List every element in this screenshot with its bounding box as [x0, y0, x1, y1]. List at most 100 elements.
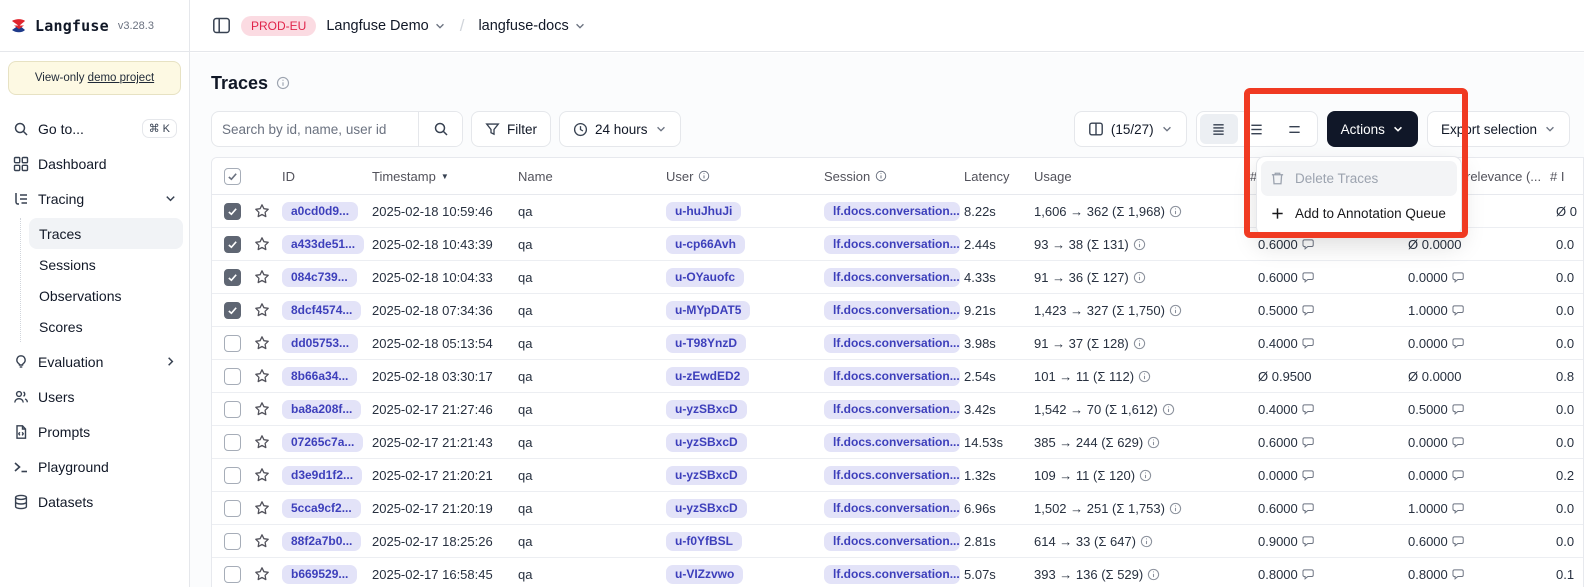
session-badge[interactable]: lf.docs.conversation...: [824, 235, 960, 254]
trace-id-badge[interactable]: 8dcf4574...: [282, 301, 361, 320]
table-row[interactable]: 8b66a34...2025-02-18 03:30:17qau-zEwdED2…: [212, 360, 1583, 393]
user-badge[interactable]: u-cp66Avh: [666, 235, 745, 254]
bookmark-star-icon[interactable]: [254, 368, 270, 384]
session-badge[interactable]: lf.docs.conversation...: [824, 565, 960, 584]
search-input[interactable]: [212, 112, 418, 146]
select-all-checkbox[interactable]: [224, 168, 241, 185]
user-badge[interactable]: u-yzSBxcD: [666, 400, 747, 419]
user-badge[interactable]: u-huJhuJi: [666, 202, 741, 221]
bookmark-star-icon[interactable]: [254, 236, 270, 252]
row-height-compact-icon[interactable]: [1200, 114, 1238, 144]
table-row[interactable]: 88f2a7b0...2025-02-17 18:25:26qau-f0YfBS…: [212, 525, 1583, 558]
sidebar-item-tracing[interactable]: Tracing: [6, 181, 183, 216]
sidebar-item-traces[interactable]: Traces: [29, 218, 183, 249]
user-badge[interactable]: u-yzSBxcD: [666, 499, 747, 518]
table-row[interactable]: 8dcf4574...2025-02-18 07:34:36qau-MYpDAT…: [212, 294, 1583, 327]
column-visibility-button[interactable]: (15/27): [1074, 111, 1187, 147]
row-checkbox[interactable]: [224, 500, 241, 517]
export-selection-button[interactable]: Export selection: [1427, 111, 1570, 147]
trace-id-badge[interactable]: 88f2a7b0...: [282, 532, 361, 551]
trace-id-badge[interactable]: 07265c7a...: [282, 433, 363, 452]
column-header-user[interactable]: User: [662, 169, 820, 184]
table-row[interactable]: 084c739...2025-02-18 10:04:33qau-OYauofc…: [212, 261, 1583, 294]
trace-id-badge[interactable]: 084c739...: [282, 268, 357, 287]
session-badge[interactable]: lf.docs.conversation...: [824, 334, 960, 353]
trace-id-badge[interactable]: d3e9d1f2...: [282, 466, 362, 485]
user-badge[interactable]: u-f0YfBSL: [666, 532, 742, 551]
row-checkbox[interactable]: [224, 434, 241, 451]
column-header-score3[interactable]: # I: [1546, 169, 1583, 184]
goto-search[interactable]: Go to... ⌘ K: [6, 111, 183, 146]
filter-button[interactable]: Filter: [471, 111, 551, 147]
trace-id-badge[interactable]: 8b66a34...: [282, 367, 357, 386]
trace-id-badge[interactable]: a0cd0d9...: [282, 202, 358, 221]
row-checkbox[interactable]: [224, 467, 241, 484]
trace-id-badge[interactable]: b669529...: [282, 565, 357, 584]
session-badge[interactable]: lf.docs.conversation...: [824, 433, 960, 452]
session-badge[interactable]: lf.docs.conversation...: [824, 466, 960, 485]
column-header-session[interactable]: Session: [820, 169, 960, 184]
sidebar-item-evaluation[interactable]: Evaluation: [6, 344, 183, 379]
trace-id-badge[interactable]: dd05753...: [282, 334, 358, 353]
row-height-medium-icon[interactable]: [1238, 114, 1276, 144]
trace-id-badge[interactable]: 5cca9cf2...: [282, 499, 361, 518]
project-breadcrumb[interactable]: langfuse-docs: [478, 18, 585, 34]
row-checkbox[interactable]: [224, 401, 241, 418]
menu-item-delete-traces[interactable]: Delete Traces: [1261, 161, 1457, 196]
search-submit-icon[interactable]: [418, 112, 462, 146]
row-checkbox[interactable]: [224, 203, 241, 220]
row-height-tall-icon[interactable]: [1276, 114, 1314, 144]
column-header-usage[interactable]: Usage: [1030, 169, 1246, 184]
actions-button[interactable]: Actions: [1327, 111, 1418, 147]
bookmark-star-icon[interactable]: [254, 467, 270, 483]
bookmark-star-icon[interactable]: [254, 566, 270, 582]
demo-project-link[interactable]: demo project: [88, 72, 154, 84]
column-header-id[interactable]: ID: [278, 169, 368, 184]
user-badge[interactable]: u-VIZzvwo: [666, 565, 743, 584]
menu-item-add-to-annotation-queue[interactable]: Add to Annotation Queue: [1261, 196, 1457, 231]
user-badge[interactable]: u-OYauofc: [666, 268, 744, 287]
session-badge[interactable]: lf.docs.conversation...: [824, 367, 960, 386]
user-badge[interactable]: u-yzSBxcD: [666, 466, 747, 485]
session-badge[interactable]: lf.docs.conversation...: [824, 499, 960, 518]
session-badge[interactable]: lf.docs.conversation...: [824, 202, 960, 221]
table-row[interactable]: d3e9d1f2...2025-02-17 21:20:21qau-yzSBxc…: [212, 459, 1583, 492]
column-header-timestamp[interactable]: Timestamp▼: [368, 169, 514, 184]
column-header-name[interactable]: Name: [514, 169, 662, 184]
bookmark-star-icon[interactable]: [254, 434, 270, 450]
bookmark-star-icon[interactable]: [254, 269, 270, 285]
session-badge[interactable]: lf.docs.conversation...: [824, 301, 960, 320]
table-row[interactable]: 5cca9cf2...2025-02-17 21:20:19qau-yzSBxc…: [212, 492, 1583, 525]
row-checkbox[interactable]: [224, 269, 241, 286]
trace-id-badge[interactable]: a433de51...: [282, 235, 364, 254]
table-row[interactable]: ba8a208f...2025-02-17 21:27:46qau-yzSBxc…: [212, 393, 1583, 426]
sidebar-toggle-icon[interactable]: [212, 16, 231, 35]
column-header-latency[interactable]: Latency: [960, 169, 1030, 184]
bookmark-star-icon[interactable]: [254, 302, 270, 318]
row-checkbox[interactable]: [224, 302, 241, 319]
bookmark-star-icon[interactable]: [254, 203, 270, 219]
row-checkbox[interactable]: [224, 236, 241, 253]
sidebar-item-datasets[interactable]: Datasets: [6, 484, 183, 519]
row-checkbox[interactable]: [224, 335, 241, 352]
bookmark-star-icon[interactable]: [254, 335, 270, 351]
row-checkbox[interactable]: [224, 368, 241, 385]
session-badge[interactable]: lf.docs.conversation...: [824, 400, 960, 419]
table-row[interactable]: b669529...2025-02-17 16:58:45qau-VIZzvwo…: [212, 558, 1583, 587]
sidebar-item-observations[interactable]: Observations: [29, 280, 183, 311]
bookmark-star-icon[interactable]: [254, 401, 270, 417]
sidebar-item-users[interactable]: Users: [6, 379, 183, 414]
sidebar-item-prompts[interactable]: Prompts: [6, 414, 183, 449]
bookmark-star-icon[interactable]: [254, 500, 270, 516]
table-row[interactable]: 07265c7a...2025-02-17 21:21:43qau-yzSBxc…: [212, 426, 1583, 459]
user-badge[interactable]: u-MYpDAT5: [666, 301, 750, 320]
sidebar-item-scores[interactable]: Scores: [29, 311, 183, 342]
row-checkbox[interactable]: [224, 566, 241, 583]
user-badge[interactable]: u-yzSBxcD: [666, 433, 747, 452]
bookmark-star-icon[interactable]: [254, 533, 270, 549]
trace-id-badge[interactable]: ba8a208f...: [282, 400, 361, 419]
time-range-button[interactable]: 24 hours: [559, 111, 681, 147]
row-checkbox[interactable]: [224, 533, 241, 550]
session-badge[interactable]: lf.docs.conversation...: [824, 532, 960, 551]
user-badge[interactable]: u-zEwdED2: [666, 367, 749, 386]
